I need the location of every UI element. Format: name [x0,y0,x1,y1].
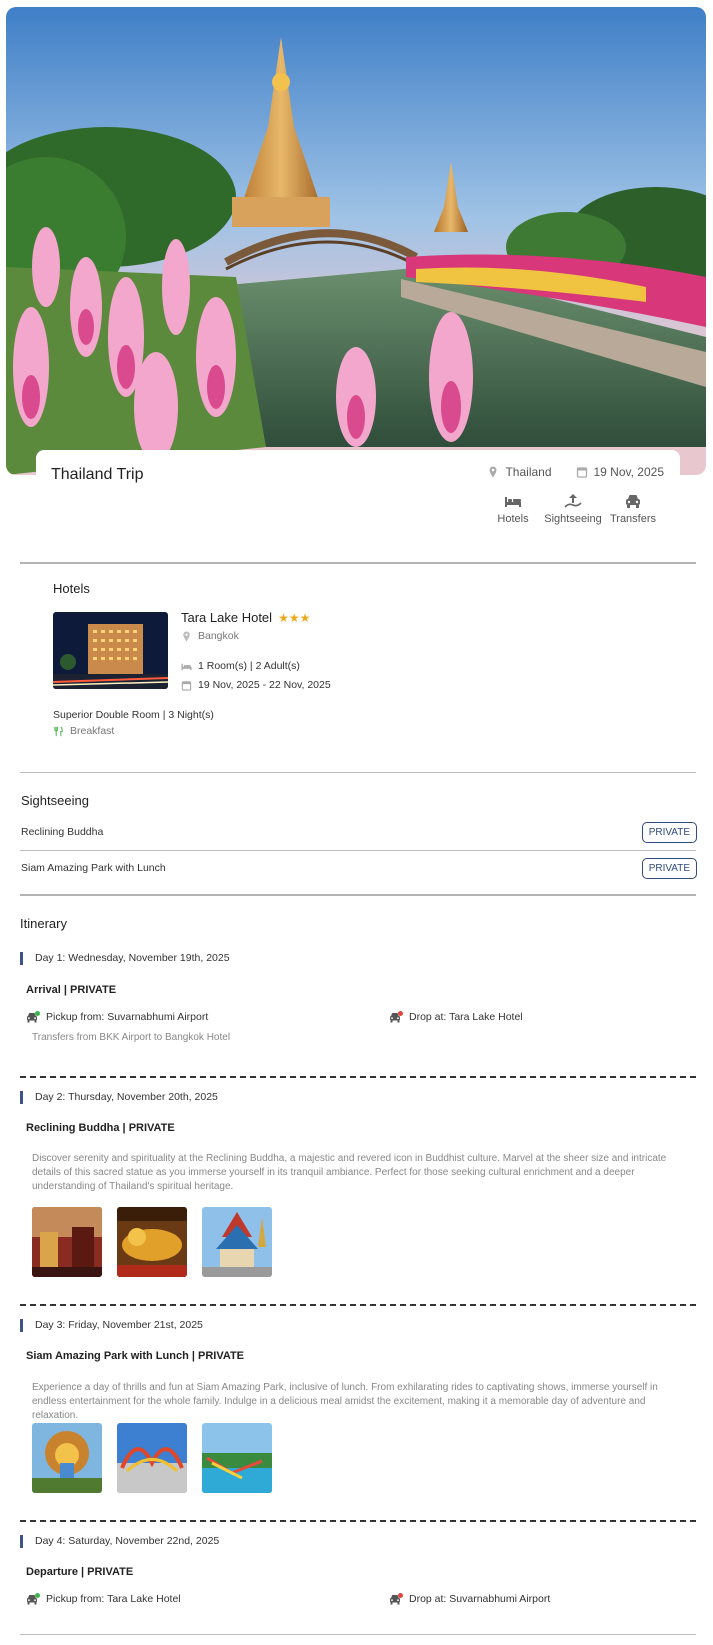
divider [20,562,696,564]
hotels-section-title: Hotels [53,581,90,596]
trip-summary-card: Thailand Trip Thailand 19 Nov, 2025 Hote… [36,450,680,540]
trip-title: Thailand Trip [51,466,144,483]
location-pin-icon [489,466,497,478]
day-separator [20,1076,696,1078]
day-label: Day 4: Saturday, November 22nd, 2025 [20,1535,219,1548]
day-separator [20,1304,696,1306]
itinerary-section-title: Itinerary [20,916,67,931]
drop-line: Drop at: Tara Lake Hotel [389,1011,523,1023]
photo-thumbnail[interactable] [32,1423,102,1493]
day-label: Day 2: Thursday, November 20th, 2025 [20,1091,218,1104]
service-list: Hotels Sightseeing Transfers [488,493,658,525]
hotel-name[interactable]: Tara Lake Hotel ★★★ [181,610,310,625]
hero-image [6,7,706,475]
bed-icon [505,497,521,507]
divider [20,894,696,896]
car-drop-icon [390,1593,403,1605]
pickup-line: Pickup from: Suvarnabhumi Airport [26,1011,208,1023]
car-pickup-icon [27,1593,40,1605]
day-label: Day 3: Friday, November 21st, 2025 [20,1319,203,1332]
car-drop-icon [390,1011,403,1023]
private-badge: PRIVATE [641,822,697,843]
day-description: Experience a day of thrills and fun at S… [32,1382,658,1421]
day-heading: Departure | PRIVATE [26,1566,134,1578]
location-pin-icon [183,630,190,642]
hotel-dates: 19 Nov, 2025 - 22 Nov, 2025 [181,679,331,691]
drop-line: Drop at: Suvarnabhumi Airport [389,1593,550,1605]
calendar-icon [576,467,587,478]
day-heading: Arrival | PRIVATE [26,984,117,996]
service-transfers[interactable]: Transfers [608,493,658,525]
photo-thumbnail[interactable] [202,1207,272,1277]
meal-plan: Breakfast [53,725,114,737]
calendar-icon [181,680,192,691]
room-type: Superior Double Room | 3 Night(s) [53,709,214,721]
transfer-note: Transfers from BKK Airport to Bangkok Ho… [32,1032,231,1043]
day-heading: Reclining Buddha | PRIVATE [26,1122,175,1134]
photo-thumbnail[interactable] [117,1207,187,1277]
day-label: Day 1: Wednesday, November 19th, 2025 [20,952,230,965]
sightseeing-section-title: Sightseeing [21,793,89,808]
sightseeing-icon [564,494,582,508]
day-separator [20,1520,696,1522]
fork-knife-icon [54,726,63,736]
pickup-line: Pickup from: Tara Lake Hotel [26,1593,181,1605]
day-heading: Siam Amazing Park with Lunch | PRIVATE [26,1350,245,1362]
divider [20,850,696,851]
service-hotels[interactable]: Hotels [488,493,538,525]
trip-meta: Thailand 19 Nov, 2025 [487,465,664,479]
hotel-occupancy: 1 Room(s) | 2 Adult(s) [181,660,300,672]
bed-icon [181,663,192,670]
trip-date: 19 Nov, 2025 [593,465,665,479]
star-rating: ★★★ [278,610,311,625]
day-description: Discover serenity and spirituality at th… [32,1153,667,1192]
private-badge: PRIVATE [641,858,697,879]
photo-thumbnail[interactable] [32,1207,102,1277]
car-icon [626,495,640,508]
hotel-image[interactable] [53,612,168,689]
photo-thumbnail[interactable] [117,1423,187,1493]
sightseeing-item[interactable]: Reclining Buddha [21,826,103,838]
photo-thumbnail[interactable] [202,1423,272,1493]
divider [20,1634,696,1635]
trip-location: Thailand [505,465,552,479]
car-pickup-icon [27,1011,40,1023]
divider [20,772,696,773]
service-sightseeing[interactable]: Sightseeing [544,493,602,525]
sightseeing-item[interactable]: Siam Amazing Park with Lunch [21,862,166,874]
hotel-location: Bangkok [181,630,239,642]
